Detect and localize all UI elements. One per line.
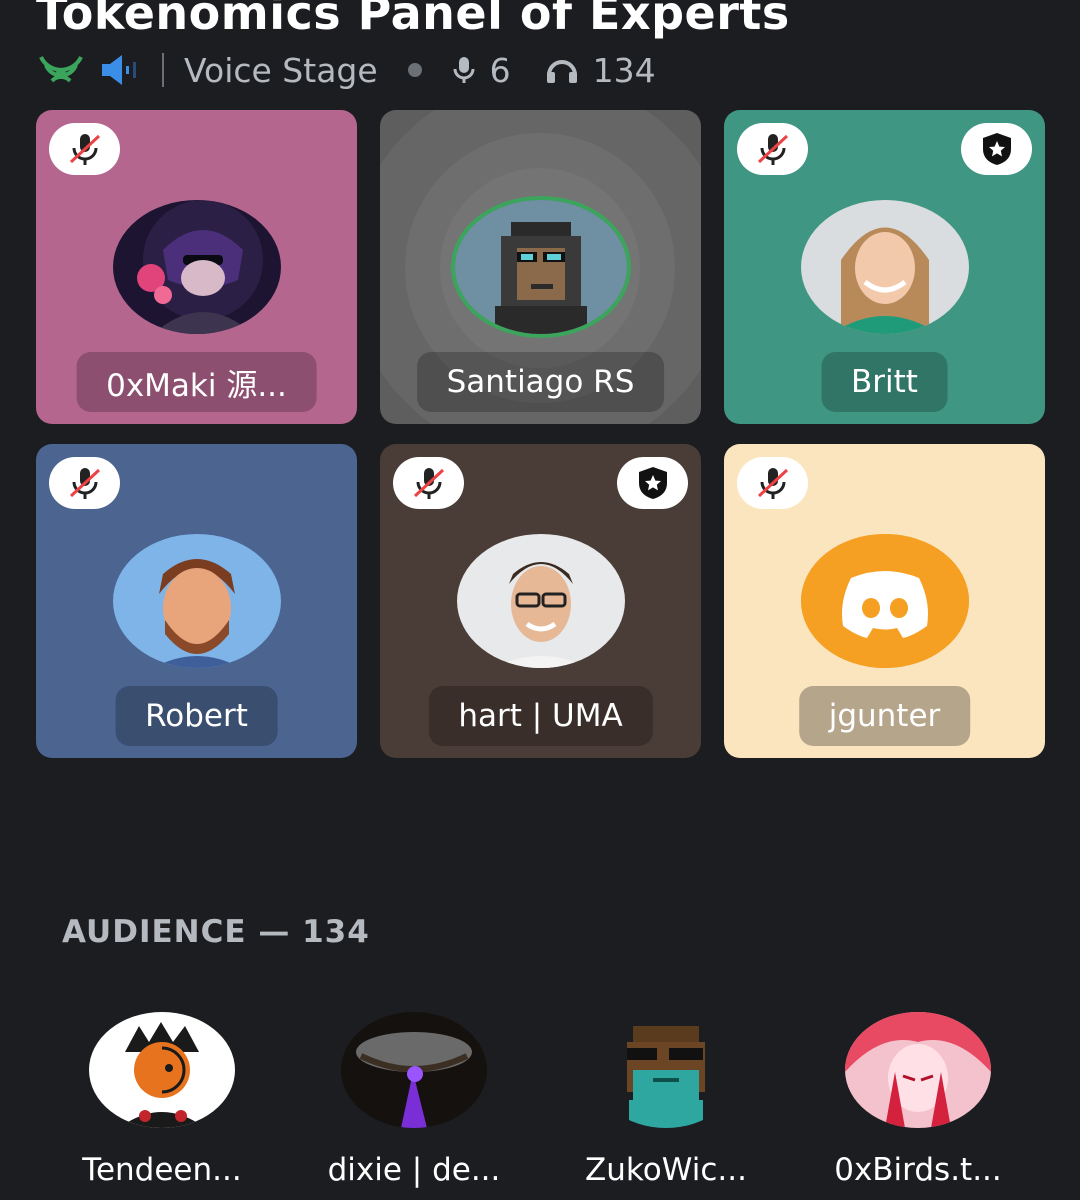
discord-logo-avatar [800, 534, 969, 668]
stage-type-label: Voice Stage [184, 50, 378, 90]
speaker-name: hart | UMA [428, 686, 653, 746]
muted-mic-icon [49, 123, 120, 175]
meta-dot [407, 63, 422, 77]
muted-mic-icon [49, 457, 120, 509]
listener-count: 134 [592, 50, 656, 90]
muted-mic-icon [393, 457, 464, 509]
speaker-tile[interactable]: hart | UMA [380, 444, 701, 758]
speaker-name: 0xMaki 源... [76, 352, 317, 412]
audience-name: ZukoWic... [585, 1152, 747, 1188]
headphones-icon [545, 55, 579, 85]
audience-name: dixie | de... [327, 1152, 501, 1188]
avatar [112, 200, 281, 334]
avatar [450, 196, 631, 338]
signal-broadcast-icon[interactable] [38, 53, 84, 87]
speaker-tile[interactable]: Robert [36, 444, 357, 758]
audience-header: AUDIENCE — 134 [62, 914, 370, 950]
shield-star-icon [961, 123, 1032, 175]
avatar [112, 534, 281, 668]
audience-member[interactable]: Tendeen... [42, 1010, 282, 1188]
speaker-tile[interactable]: Santiago RS [380, 110, 701, 424]
speaker-name: Britt [821, 352, 948, 412]
speaker-name: Santiago RS [416, 352, 665, 412]
audience-name: Tendeen... [82, 1152, 242, 1188]
avatar [593, 1012, 739, 1128]
audience-member[interactable]: 0xBirds.t... [798, 1010, 1038, 1188]
avatar [456, 534, 625, 668]
avatar [341, 1012, 487, 1128]
speaker-tile[interactable]: 0xMaki 源... [36, 110, 357, 424]
speaker-name: jgunter [798, 686, 971, 746]
speaker-tile[interactable]: jgunter [724, 444, 1045, 758]
speaker-volume-icon[interactable] [100, 52, 144, 88]
microphone-icon [452, 55, 476, 85]
speaker-name: Robert [115, 686, 278, 746]
muted-mic-icon [737, 123, 808, 175]
muted-mic-icon [737, 457, 808, 509]
stage-meta-row: Voice Stage 6 134 [38, 48, 656, 92]
speaker-grid: 0xMaki 源... Santiago RS Britt Robert har… [36, 110, 1045, 758]
shield-star-icon [617, 457, 688, 509]
audience-name: 0xBirds.t... [834, 1152, 1002, 1188]
avatar [89, 1012, 235, 1128]
audience-list: Tendeen... dixie | de... ZukoWic... 0xBi… [0, 1010, 1080, 1200]
speaker-count: 6 [489, 50, 511, 90]
avatar [800, 200, 969, 334]
speaker-tile[interactable]: Britt [724, 110, 1045, 424]
stage-title: Tokenomics Panel of Experts [36, 0, 790, 40]
avatar [845, 1012, 991, 1128]
audience-member[interactable]: dixie | de... [294, 1010, 534, 1188]
meta-separator [162, 53, 164, 87]
audience-member[interactable]: ZukoWic... [546, 1010, 786, 1188]
